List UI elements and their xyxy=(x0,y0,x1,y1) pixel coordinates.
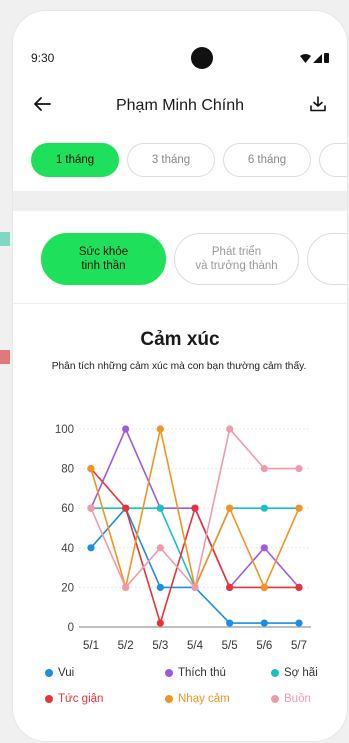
data-point xyxy=(226,619,234,627)
legend-label: Sợ hãi xyxy=(284,667,318,679)
legend-item: Nhạy cảm xyxy=(165,693,230,705)
data-point xyxy=(260,619,268,627)
legend-label: Tức giận xyxy=(58,693,104,705)
data-point xyxy=(87,465,95,473)
legend-item: Buồn xyxy=(271,693,311,705)
side-marker-red xyxy=(0,350,10,364)
side-marker-teal xyxy=(0,232,10,246)
data-point xyxy=(156,544,164,552)
status-time: 9:30 xyxy=(31,51,55,65)
camera-notch xyxy=(191,47,213,69)
category-label-line1: Phát triển xyxy=(211,246,262,258)
data-point xyxy=(122,583,130,591)
legend-item: Thích thú xyxy=(165,667,226,679)
period-chip-6-months[interactable]: 6 tháng xyxy=(223,143,311,177)
legend-dot xyxy=(45,669,53,677)
series-line xyxy=(90,468,299,626)
data-point xyxy=(260,504,268,512)
data-point xyxy=(156,583,164,591)
legend-item: Vui xyxy=(45,667,74,679)
data-point xyxy=(295,504,303,512)
data-point xyxy=(260,465,268,473)
legend-item: Sợ hãi xyxy=(271,667,318,679)
legend-dot xyxy=(165,695,173,703)
period-filter: 1 tháng 3 tháng 6 tháng xyxy=(31,143,347,177)
wifi-icon xyxy=(300,54,311,63)
period-chip-1-month[interactable]: 1 tháng xyxy=(31,143,119,177)
y-tick-label: 80 xyxy=(61,464,74,476)
x-tick-label: 5/1 xyxy=(83,640,99,652)
legend-label: Thích thú xyxy=(178,667,226,679)
legend-dot xyxy=(165,669,173,677)
series-line xyxy=(90,506,299,624)
content-separator xyxy=(13,303,347,304)
period-chip-more[interactable] xyxy=(319,143,347,177)
legend-label: Buồn xyxy=(284,693,311,705)
data-point xyxy=(156,425,164,433)
period-chip-3-months[interactable]: 3 tháng xyxy=(127,143,215,177)
category-filter: Sức khỏe tinh thần Phát triển và trưởng th… xyxy=(41,233,347,285)
data-point xyxy=(191,504,199,512)
data-point xyxy=(295,583,303,591)
x-tick-label: 5/3 xyxy=(152,640,168,652)
data-point xyxy=(122,504,130,512)
status-bar: 9:30 xyxy=(31,47,329,69)
data-point xyxy=(156,619,164,627)
signal-icon xyxy=(313,54,322,63)
category-development[interactable]: Phát triển và trưởng thành xyxy=(174,233,299,285)
x-tick-label: 5/7 xyxy=(291,640,307,652)
data-point xyxy=(260,544,268,552)
download-icon[interactable] xyxy=(309,95,327,118)
y-tick-label: 20 xyxy=(61,582,74,594)
category-label-line2: tinh thần xyxy=(81,260,126,272)
category-label-line2: và trưởng thành xyxy=(195,260,278,272)
data-point xyxy=(260,583,268,591)
legend-label: Nhạy cảm xyxy=(178,693,230,705)
emotion-line-chart: 0 20 40 60 80 100 5/1 5/2 5/3 5/4 5/5 5/6 5/7 xyxy=(55,424,311,652)
data-point xyxy=(87,544,95,552)
data-point xyxy=(295,619,303,627)
x-tick-label: 5/4 xyxy=(187,640,204,652)
x-tick-label: 5/2 xyxy=(118,640,134,652)
phone-frame: 9:30 Phạm Minh Chính 1 tháng 3 tháng 6 t… xyxy=(12,10,348,742)
legend-label: Vui xyxy=(58,667,75,679)
legend-dot xyxy=(45,695,53,703)
category-mental-health[interactable]: Sức khỏe tinh thần xyxy=(41,233,166,285)
y-tick-label: 60 xyxy=(61,503,74,515)
battery-icon xyxy=(324,53,329,63)
data-point xyxy=(122,425,130,433)
data-point xyxy=(191,583,199,591)
y-tick-label: 100 xyxy=(55,424,74,436)
legend-dot xyxy=(271,669,279,677)
data-point xyxy=(87,504,95,512)
top-app-bar: Phạm Minh Chính xyxy=(31,91,329,125)
x-tick-label: 5/5 xyxy=(222,640,238,652)
page-title: Phạm Minh Chính xyxy=(115,97,245,114)
x-tick-label: 5/6 xyxy=(256,640,272,652)
data-point xyxy=(226,425,234,433)
data-point xyxy=(295,465,303,473)
section-divider xyxy=(13,191,347,211)
data-point xyxy=(156,504,164,512)
chart-title: Cảm xúc xyxy=(140,329,220,350)
legend-dot xyxy=(271,695,279,703)
category-label-line1: Sức khỏe xyxy=(78,246,129,258)
category-more[interactable] xyxy=(307,233,347,285)
status-icons xyxy=(300,53,329,63)
y-tick-label: 40 xyxy=(61,543,74,555)
legend-item: Tức giận xyxy=(45,693,103,705)
data-point xyxy=(226,583,234,591)
y-tick-label: 0 xyxy=(68,622,74,634)
data-point xyxy=(226,504,234,512)
chart-subtitle: Phân tích những cảm xúc mà con bạn thườn… xyxy=(51,361,307,372)
